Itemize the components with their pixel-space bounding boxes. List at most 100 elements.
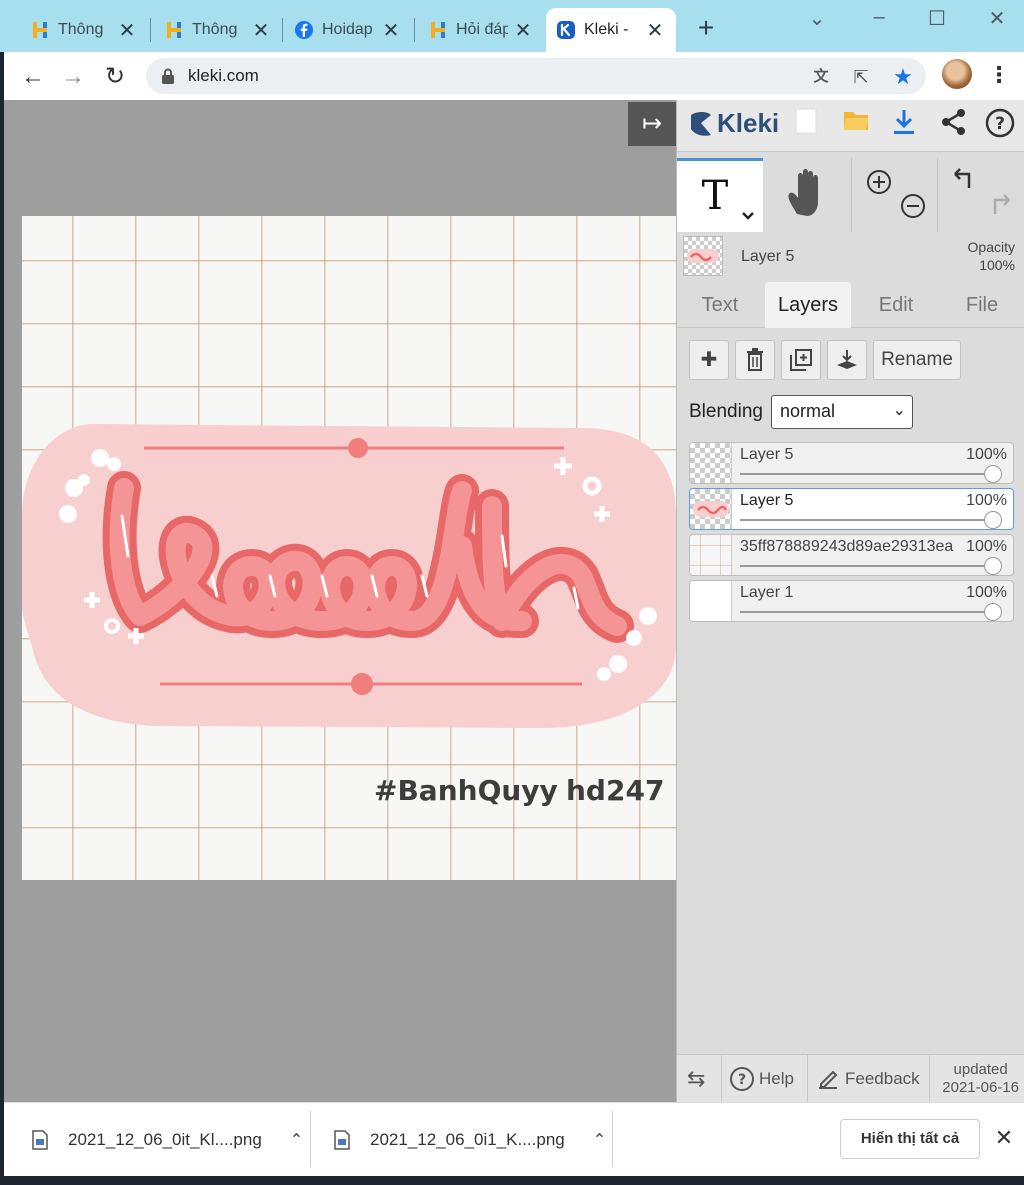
blending-select[interactable]: normal ⌄ [770, 395, 913, 429]
slider-knob[interactable] [984, 511, 1002, 529]
drawing-canvas[interactable]: #BanhQuyy hd247 [22, 216, 676, 880]
tab-title: Thông [192, 21, 238, 38]
trash-icon [747, 348, 763, 371]
slider-knob[interactable] [984, 465, 1002, 483]
tab-file[interactable]: File [939, 282, 1024, 328]
browser-menu-icon[interactable]: ⋮ [988, 62, 1010, 88]
undo-icon[interactable] [947, 164, 983, 198]
footer-separator [929, 1055, 930, 1103]
profile-avatar[interactable] [942, 59, 972, 89]
feedback-button[interactable]: Feedback [817, 1055, 920, 1103]
redo-icon[interactable] [983, 190, 1019, 224]
save-download-icon[interactable] [887, 108, 921, 142]
share-icon[interactable] [937, 108, 971, 142]
layer-name: 35ff878889243d89ae29313ea [740, 538, 954, 555]
lock-icon [162, 68, 174, 84]
open-folder-icon[interactable] [839, 108, 873, 142]
slider-knob[interactable] [984, 557, 1002, 575]
translate-icon[interactable]: 文 [808, 64, 834, 90]
chevron-down-icon: ⌄ [892, 402, 906, 419]
close-icon[interactable]: ✕ [644, 18, 666, 43]
footer-separator [807, 1055, 808, 1103]
browser-tab-1[interactable]: Thông ✕ [20, 10, 148, 50]
tab-search-chevron-icon[interactable]: ⌄ [802, 6, 832, 31]
swap-side-icon[interactable]: ⇆ [687, 1055, 705, 1103]
forward-arrow-icon[interactable]: → [58, 62, 88, 92]
add-layer-button[interactable]: ✚ [689, 340, 729, 380]
layer-opacity: 100% [966, 492, 1007, 510]
opacity-label: Opacity [967, 239, 1015, 255]
new-image-icon[interactable] [789, 108, 823, 142]
zoom-in-icon[interactable] [863, 164, 897, 200]
svg-text:?: ? [738, 1072, 746, 1088]
window-close-icon[interactable]: ✕ [982, 6, 1012, 31]
merge-layer-button[interactable] [827, 340, 867, 380]
layer-row-selected[interactable]: Layer 5 100% [689, 488, 1014, 530]
tab-separator [414, 18, 415, 42]
new-tab-plus-icon[interactable]: + [692, 14, 720, 42]
layer-opacity-readout[interactable]: Opacity 100% [968, 238, 1015, 274]
layer-thumbnail [690, 581, 732, 621]
opacity-value: 100% [979, 257, 1015, 273]
layer-opacity: 100% [966, 584, 1007, 602]
close-icon[interactable]: ✕ [116, 18, 138, 43]
address-bar[interactable]: kleki.com 文 ⇱ ★ [146, 58, 926, 94]
zoom-out-icon[interactable] [897, 188, 931, 224]
footer-separator [721, 1055, 722, 1103]
close-downloads-icon[interactable]: ✕ [992, 1125, 1016, 1151]
layer-row[interactable]: Layer 1 100% [689, 580, 1014, 622]
slider-knob[interactable] [984, 603, 1002, 621]
layer-row[interactable]: Layer 5 100% [689, 442, 1014, 484]
duplicate-layer-button[interactable] [781, 340, 821, 380]
downloads-bar: 2021_12_06_0it_Kl....png ⌃ 2021_12_06_0i… [4, 1102, 1024, 1176]
canvas-area[interactable]: ↦ #BanhQuyy hd247 [4, 100, 676, 1102]
kleki-logo[interactable]: Kleki [687, 108, 779, 139]
current-layer-thumbnail [683, 236, 723, 276]
close-icon[interactable]: ✕ [512, 18, 534, 43]
help-button[interactable]: ? Help [729, 1055, 794, 1103]
share-page-icon[interactable]: ⇱ [848, 64, 874, 90]
tab-title: Hoidap [322, 21, 373, 38]
show-all-downloads-button[interactable]: Hiển thị tất cả [840, 1119, 980, 1159]
close-icon[interactable]: ✕ [380, 18, 402, 43]
browser-tab-3[interactable]: Hoidap ✕ [284, 10, 412, 50]
back-arrow-icon[interactable]: ← [18, 62, 48, 92]
panel-tabs: Text Layers Edit File [677, 282, 1024, 328]
text-tool-icon: T [702, 173, 754, 220]
layer-opacity-slider[interactable] [740, 611, 996, 613]
tab-text[interactable]: Text [677, 282, 763, 328]
chevron-up-icon[interactable]: ⌃ [290, 1130, 303, 1150]
duplicate-icon [790, 349, 812, 371]
minimize-icon[interactable]: – [864, 6, 894, 29]
layer-opacity-slider[interactable] [740, 519, 996, 521]
kleki-side-panel: Kleki ? T Layer 5 Opacity 100% Text Laye… [676, 100, 1024, 1103]
tab-layers[interactable]: Layers [765, 282, 851, 328]
tool-bar: T [677, 158, 1024, 232]
layer-name: Layer 5 [740, 492, 794, 509]
layer-opacity: 100% [966, 538, 1007, 556]
reload-icon[interactable]: ↻ [100, 62, 130, 92]
browser-tab-4[interactable]: Hỏi đáp ✕ [418, 10, 544, 50]
delete-layer-button[interactable] [735, 340, 775, 380]
hoidap-h-icon [33, 22, 47, 38]
close-icon[interactable]: ✕ [250, 18, 272, 43]
browser-tab-kleki[interactable]: Kleki - ✕ [546, 8, 676, 52]
browser-tab-2[interactable]: Thông ✕ [154, 10, 282, 50]
chevron-up-icon[interactable]: ⌃ [593, 1130, 606, 1150]
kleki-icon [557, 21, 575, 39]
rename-layer-button[interactable]: Rename [873, 340, 961, 380]
hand-tool-button[interactable] [765, 158, 851, 232]
download-item[interactable]: 2021_12_06_0i1_K....png ⌃ [334, 1103, 606, 1177]
maximize-icon[interactable]: ☐ [922, 6, 952, 31]
layer-opacity-slider[interactable] [740, 473, 996, 475]
layer-opacity-slider[interactable] [740, 565, 996, 567]
help-question-icon[interactable]: ? [983, 108, 1017, 142]
download-item[interactable]: 2021_12_06_0it_Kl....png ⌃ [32, 1103, 303, 1177]
bookmark-star-icon[interactable]: ★ [890, 64, 916, 90]
layer-row[interactable]: 35ff878889243d89ae29313ea 100% [689, 534, 1014, 576]
browser-tab-strip: Thông ✕ Thông ✕ Hoidap ✕ Hỏi đáp ✕ Kleki… [0, 0, 1024, 52]
browser-toolbar: ← → ↻ kleki.com 文 ⇱ ★ ⋮ [0, 52, 1024, 100]
tab-edit[interactable]: Edit [853, 282, 939, 328]
text-tool-button[interactable]: T [677, 158, 763, 232]
collapse-panel-icon[interactable]: ↦ [628, 102, 676, 146]
